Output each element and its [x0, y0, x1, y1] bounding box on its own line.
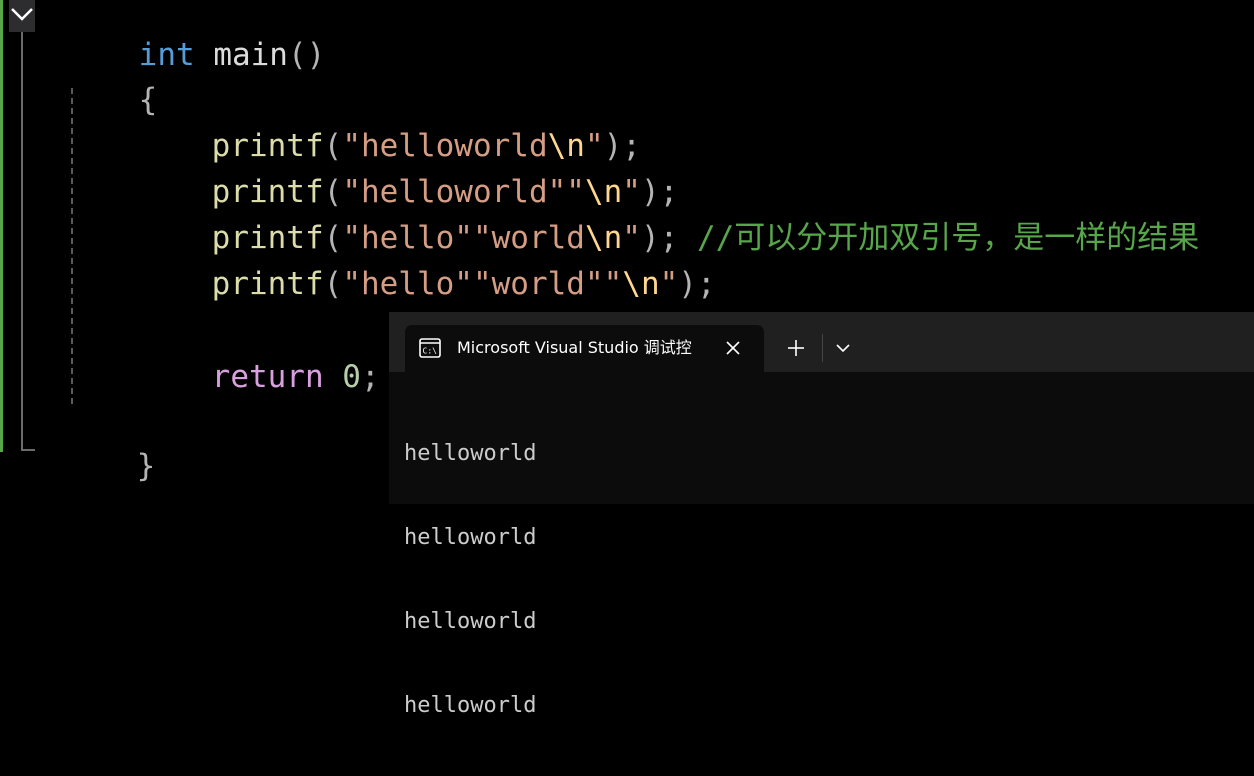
svg-text:C:\: C:\: [423, 347, 438, 356]
string-literal: "hello""world"": [342, 266, 623, 302]
code-comment: //可以分开加双引号，是一样的结果: [678, 220, 1200, 256]
paren-open: (: [323, 266, 343, 302]
keyword-return: return: [211, 359, 324, 395]
output-line: helloworld: [404, 693, 537, 718]
number-literal: 0: [323, 359, 361, 395]
fold-region-end: [21, 449, 35, 451]
code-line-8[interactable]: return 0;: [137, 317, 380, 437]
titlebar-divider: [822, 334, 823, 362]
parens: (): [287, 37, 326, 73]
change-indicator-bar: [0, 0, 3, 452]
terminal-output[interactable]: helloworld helloworld helloworld hellowo…: [404, 384, 536, 776]
collapse-region-button[interactable]: [9, 0, 35, 32]
chevron-down-icon[interactable]: [834, 341, 852, 355]
output-line: helloworld: [404, 609, 537, 634]
escape-sequence: \n: [622, 266, 660, 302]
code-line-10[interactable]: }: [62, 406, 156, 526]
output-line: helloworld: [404, 441, 537, 466]
fold-region-line: [21, 32, 23, 450]
statement-end: ;: [360, 359, 380, 395]
chevron-down-icon: [11, 8, 33, 21]
string-literal-end: ": [659, 266, 679, 302]
terminal-tab[interactable]: C:\ Microsoft Visual Studio 调试控: [405, 325, 764, 372]
statement-end: );: [678, 266, 716, 302]
output-line: helloworld: [404, 525, 537, 550]
close-icon[interactable]: [724, 339, 742, 357]
function-name-main: main: [194, 37, 288, 73]
close-brace: }: [136, 448, 156, 484]
terminal-window[interactable]: C:\ Microsoft Visual Studio 调试控 hellowor…: [389, 312, 1254, 718]
function-call-printf: printf: [211, 266, 324, 302]
console-icon: C:\: [419, 338, 441, 358]
plus-icon[interactable]: [786, 338, 806, 358]
terminal-titlebar[interactable]: C:\ Microsoft Visual Studio 调试控: [389, 312, 1254, 372]
terminal-tab-title: Microsoft Visual Studio 调试控: [457, 338, 692, 357]
